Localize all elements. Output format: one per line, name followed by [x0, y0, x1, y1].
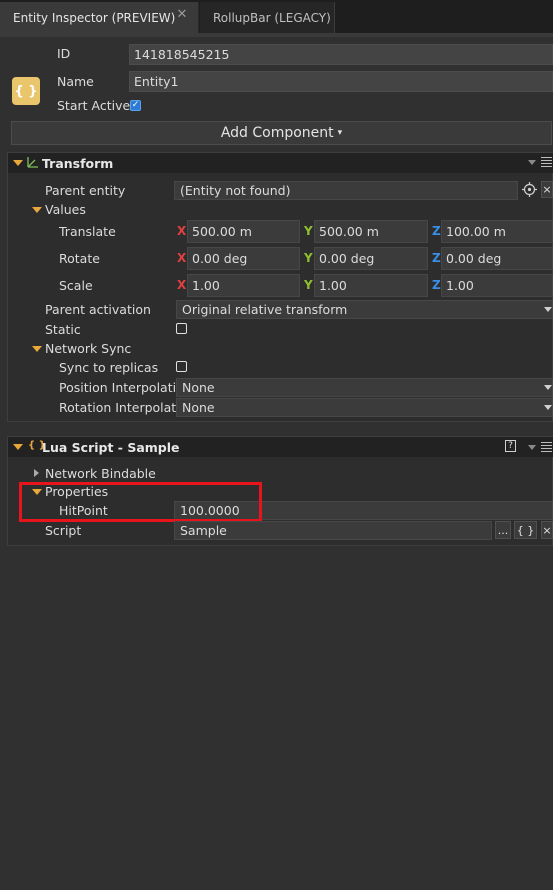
translate-y-field[interactable]: 500.00 m	[314, 220, 428, 243]
menu-icon[interactable]	[541, 442, 552, 454]
rotation-interpolation-value: None	[182, 400, 215, 415]
position-interpolation-select[interactable]: None	[176, 378, 553, 397]
scale-label: Scale	[59, 278, 93, 293]
scale-y-field[interactable]: 1.00	[314, 274, 428, 297]
chevron-down-icon: ▾	[337, 128, 343, 138]
static-label: Static	[45, 322, 81, 337]
id-label: ID	[57, 46, 71, 61]
parent-entity-label: Parent entity	[45, 183, 126, 198]
transform-icon	[27, 156, 39, 168]
menu-icon[interactable]	[541, 157, 552, 169]
parent-activation-label: Parent activation	[45, 302, 151, 317]
start-active-checkbox[interactable]: ✓	[130, 100, 141, 111]
axis-x-label: X	[177, 278, 187, 292]
tab-entity-inspector[interactable]: Entity Inspector (PREVIEW)	[0, 2, 199, 33]
position-interpolation-label: Position Interpolation	[59, 380, 176, 395]
add-component-button[interactable]: Add Component ▾	[11, 121, 552, 145]
script-label: Script	[45, 523, 82, 538]
help-icon[interactable]: ?	[505, 440, 516, 452]
start-active-label: Start Active	[57, 98, 131, 113]
scale-z-field[interactable]: 1.00	[441, 274, 553, 297]
position-interpolation-value: None	[182, 380, 215, 395]
axis-y-label: Y	[304, 278, 313, 292]
script-field[interactable]: Sample	[174, 521, 492, 540]
axis-y-label: Y	[304, 224, 313, 238]
name-label: Name	[57, 74, 94, 89]
lua-script-title: Lua Script - Sample	[42, 440, 180, 455]
add-component-label: Add Component	[220, 125, 334, 141]
tab-rollupbar[interactable]: RollupBar (LEGACY)	[200, 2, 335, 33]
rotate-label: Rotate	[59, 251, 100, 266]
collapse-icon[interactable]	[13, 444, 23, 450]
id-field: 141818545215	[129, 44, 553, 65]
tab-label: Entity Inspector (PREVIEW)	[13, 10, 176, 25]
chevron-down-icon[interactable]	[544, 405, 552, 410]
translate-z-field[interactable]: 100.00 m	[441, 220, 553, 243]
rotation-interpolation-label: Rotation Interpolation	[59, 400, 176, 415]
chevron-down-icon[interactable]	[544, 307, 552, 312]
network-sync-label: Network Sync	[45, 341, 132, 356]
rotate-z-field[interactable]: 0.00 deg	[441, 247, 553, 270]
name-field[interactable]: Entity1	[129, 71, 553, 92]
entity-icon: { }	[12, 77, 40, 105]
tab-label: RollupBar (LEGACY)	[213, 10, 331, 25]
clear-parent-button[interactable]: ×	[541, 181, 553, 198]
axis-z-label: Z	[432, 251, 441, 265]
axis-z-label: Z	[432, 224, 441, 238]
highlight-box	[19, 482, 262, 522]
collapse-icon[interactable]	[32, 346, 42, 352]
rotate-y-field[interactable]: 0.00 deg	[314, 247, 428, 270]
chevron-down-icon[interactable]	[528, 445, 536, 450]
transform-title: Transform	[42, 156, 114, 171]
collapse-icon[interactable]	[32, 207, 42, 213]
translate-x-field[interactable]: 500.00 m	[187, 220, 300, 243]
rotate-x-field[interactable]: 0.00 deg	[187, 247, 300, 270]
expand-icon[interactable]	[34, 469, 39, 477]
collapse-icon[interactable]	[13, 160, 23, 166]
target-icon[interactable]	[522, 182, 537, 197]
rotation-interpolation-select[interactable]: None	[176, 398, 553, 417]
values-label: Values	[45, 202, 86, 217]
tab-underline	[0, 33, 553, 37]
sync-to-replicas-label: Sync to replicas	[59, 360, 159, 375]
scale-x-field[interactable]: 1.00	[187, 274, 300, 297]
parent-entity-field[interactable]: (Entity not found)	[174, 181, 518, 200]
axis-z-label: Z	[432, 278, 441, 292]
clear-script-button[interactable]: ×	[541, 521, 553, 539]
axis-x-label: X	[177, 224, 187, 238]
sync-to-replicas-checkbox[interactable]	[176, 361, 187, 372]
browse-button[interactable]: ...	[495, 521, 511, 539]
chevron-down-icon[interactable]	[544, 385, 552, 390]
axis-y-label: Y	[304, 251, 313, 265]
chevron-down-icon[interactable]	[528, 160, 536, 165]
static-checkbox[interactable]	[176, 323, 187, 334]
parent-activation-value: Original relative transform	[182, 302, 348, 317]
edit-script-button[interactable]: { }	[514, 521, 537, 539]
axis-x-label: X	[177, 251, 187, 265]
translate-label: Translate	[59, 224, 116, 239]
network-bindable-label: Network Bindable	[45, 466, 156, 481]
parent-activation-select[interactable]: Original relative transform	[176, 300, 553, 319]
close-icon[interactable]: ✕	[175, 8, 189, 22]
